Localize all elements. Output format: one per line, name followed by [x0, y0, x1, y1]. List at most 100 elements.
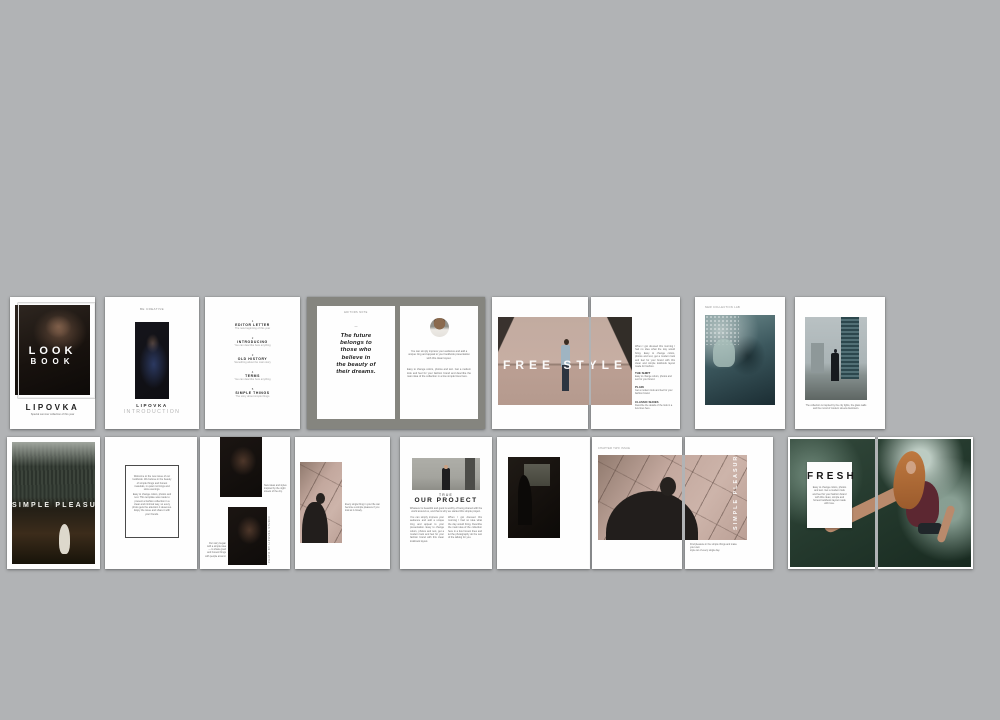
- duo-vertical-caption: PHOTO BY LIPOVKA STUDIO: [268, 509, 271, 563]
- intro-subtitle: INTRODUCTION: [105, 409, 199, 415]
- freestyle-figure-head: [564, 339, 569, 345]
- pleasure-vertical-title: SIMPLE PLEASURE: [733, 465, 739, 530]
- contents-item[interactable]: 1 EDITOR LETTER The new beginning of thi…: [213, 319, 292, 330]
- duo-caption-top: New ideas and styles inspired by the nig…: [264, 484, 287, 493]
- contents-list: 1 EDITOR LETTER The new beginning of thi…: [213, 319, 292, 398]
- letter-box: Welcome to the new issue of our lookbook…: [125, 465, 179, 538]
- contents-item-sub: The story about simple things: [213, 395, 292, 398]
- quote-block: The future belongs to those who believe …: [321, 333, 391, 376]
- tile-caption: Every single thing in your life can beco…: [345, 503, 383, 512]
- duo-caption-bottom: Our story began with a simple idea — to …: [204, 542, 226, 558]
- freestyle-title: FREE STYLE: [498, 358, 632, 372]
- duo-photo-top: [220, 437, 262, 497]
- letter-para1: Welcome to the new issue of our lookbook…: [132, 475, 172, 491]
- page-contents[interactable]: 1 EDITOR LETTER The new beginning of thi…: [205, 297, 300, 429]
- pleasure-caption: Find pleasure in the simple things and m…: [690, 543, 740, 552]
- hand-header: NEW COLLECTION LAB: [705, 306, 765, 309]
- freestyle-list-item: THE SHIRT Easy to change colors, photos …: [635, 371, 675, 381]
- lookbook-template-board: LOOK BOOK LIPOVKA Special summer collect…: [0, 0, 1000, 720]
- cover-title-line2: BOOK: [15, 357, 90, 366]
- fresh-paragraph: Easy to change colors, photos and text. …: [812, 486, 847, 506]
- city-figure: [831, 353, 839, 381]
- tile-photo: [300, 462, 342, 543]
- quote-line: those who: [321, 347, 391, 354]
- fresh-gutter: [875, 439, 878, 567]
- intro-photo: [135, 322, 169, 399]
- tile-figure-head: [316, 493, 325, 504]
- freestyle-gutter: [589, 317, 592, 405]
- quote-line: The future: [321, 333, 391, 340]
- intro-brand: LIPOVKA: [105, 403, 199, 408]
- quote-line: their dreams.: [321, 369, 391, 376]
- city-photo: [805, 317, 867, 400]
- contents-item[interactable]: 3 OLD HISTORY Something about the main s…: [213, 353, 292, 364]
- project-door: [465, 458, 475, 490]
- pleasure-figure-head: [660, 477, 676, 496]
- contents-item[interactable]: 4 TERMS You can describe here anything: [213, 370, 292, 381]
- project-figure-head: [444, 465, 447, 469]
- cover-tagline: Special summer collection of this year: [20, 413, 85, 416]
- page-duo[interactable]: New ideas and styles inspired by the nig…: [200, 437, 290, 569]
- freestyle-list: THE SHIRT Easy to change colors, photos …: [635, 371, 675, 410]
- contents-item[interactable]: 5 SIMPLE THINGS The story about simple t…: [213, 387, 292, 398]
- contents-item-sub: You can describe here anything: [213, 378, 292, 381]
- freestyle-item-text: Describe the details of the look in a fe…: [635, 404, 675, 410]
- spread-quote[interactable]: EDITORS NOTE — The future belongs to tho…: [307, 297, 485, 429]
- quote-right-page: You can simply impress your audience and…: [400, 306, 478, 419]
- letter-para2: Easy to change colors, photos and text. …: [132, 493, 172, 516]
- project-col1: You can simply impress your audience and…: [410, 516, 444, 543]
- quote-line: belongs to: [321, 340, 391, 347]
- page-cover[interactable]: LOOK BOOK LIPOVKA Special summer collect…: [10, 297, 95, 429]
- page-hand[interactable]: NEW COLLECTION LAB: [695, 297, 785, 429]
- quote-mark: —: [317, 324, 395, 328]
- quote-para1: You can simply impress your audience and…: [407, 350, 471, 360]
- city-caption-line2: and the mood of modern streets downtown.: [800, 407, 872, 410]
- city-building: [811, 343, 824, 373]
- city-tower: [841, 317, 859, 379]
- white-figure: [59, 524, 70, 554]
- page-city[interactable]: The collection is inspired by the city l…: [795, 297, 885, 429]
- quote-header: EDITORS NOTE: [317, 311, 395, 314]
- quote-left-page: EDITORS NOTE — The future belongs to tho…: [317, 306, 395, 419]
- contents-item-sub: You can describe here anything: [213, 344, 292, 347]
- freestyle-list-item: PLAIN Get a modern look and feel for you…: [635, 385, 675, 395]
- simple-pleasure-title: SIMPLE PLEASURE: [12, 502, 95, 509]
- quote-line: believe in: [321, 355, 391, 362]
- page-project[interactable]: TRUE OUR PROJECT Whatever is beautiful a…: [400, 437, 492, 569]
- project-subtitle: Whatever is beautiful and good is worthy…: [408, 507, 484, 514]
- fresh-title: FRESH: [807, 471, 852, 482]
- page-introduction[interactable]: BE CREATIVE LIPOVKA INTRODUCTION: [105, 297, 199, 429]
- cover-title-line1: LOOK: [15, 345, 90, 357]
- tile-figure: [302, 502, 328, 543]
- pleasure-caption-line2: style out of every single day.: [690, 549, 740, 552]
- darkroom-photo: [508, 457, 560, 538]
- project-figure: [442, 468, 450, 490]
- hand-shape: [713, 339, 735, 367]
- fresh-text-box: FRESH Easy to change colors, photos and …: [807, 462, 852, 528]
- duo-photo-bottom: [228, 507, 267, 565]
- page-letter[interactable]: Welcome to the new issue of our lookbook…: [105, 437, 197, 569]
- project-photo: [412, 458, 480, 490]
- page-tile[interactable]: Every single thing in your life can beco…: [295, 437, 390, 569]
- forest-photo: SIMPLE PLEASURE: [12, 442, 95, 564]
- hand-photo: [705, 315, 775, 405]
- contents-item-sub: Something about the main story: [213, 361, 292, 364]
- intro-header: BE CREATIVE: [105, 307, 199, 311]
- freestyle-photo: FREE STYLE: [498, 317, 632, 405]
- cover-title: LOOK BOOK: [15, 345, 90, 366]
- pleasure-photo: SIMPLE PLEASURE: [598, 455, 747, 540]
- contents-item[interactable]: 2 INTRODUCING You can describe here anyt…: [213, 336, 292, 347]
- pleasure-gutter: [682, 455, 685, 540]
- freestyle-paragraph: When I got dressed this morning I had no…: [635, 345, 675, 369]
- freestyle-item-text: Get a modern look and feel for your fash…: [635, 389, 675, 395]
- page-darkroom[interactable]: [497, 437, 590, 569]
- freestyle-item-text: Easy to change colors, photos and text f…: [635, 375, 675, 381]
- project-title: OUR PROJECT: [400, 497, 492, 504]
- page-simple-pleasure[interactable]: SIMPLE PLEASURE: [7, 437, 100, 569]
- author-avatar: [430, 318, 449, 337]
- city-caption: The collection is inspired by the city l…: [800, 404, 872, 410]
- pleasure-header: CHAPTER TWO ISSUE: [598, 447, 630, 450]
- cover-brand: LIPOVKA: [10, 403, 95, 412]
- quote-para2: Easy to change colors, photos and text. …: [407, 368, 471, 379]
- fresh-figure-face: [906, 461, 916, 474]
